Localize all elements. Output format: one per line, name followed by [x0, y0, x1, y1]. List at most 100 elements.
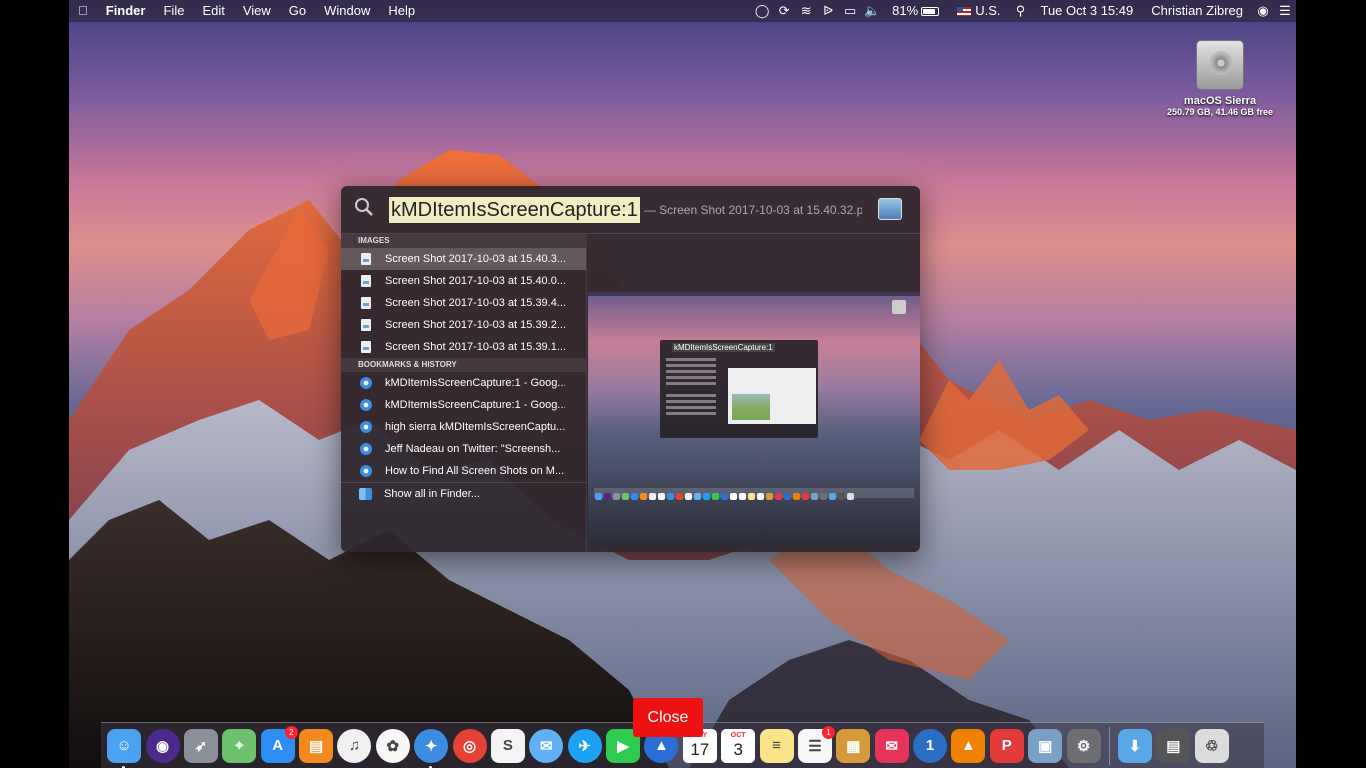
menu-clock[interactable]: Tue Oct 3 15:49 [1031, 0, 1142, 22]
gear-icon: ⚙ [1076, 737, 1091, 755]
dock-app-maps[interactable]: ⌖ [222, 728, 257, 763]
preview-line [666, 394, 716, 397]
dock-app-notes[interactable]: ≡ [759, 728, 794, 763]
preview-line [666, 370, 716, 373]
battery-icon [921, 7, 940, 17]
preview-dock-icon [802, 493, 809, 500]
finder-icon: ☺ [116, 737, 132, 754]
menu-view[interactable]: View [234, 0, 280, 22]
result-row-bookmark[interactable]: high sierra kMDItemIsScreenCaptu... [341, 416, 586, 438]
dock-app-preview[interactable]: ▦ [836, 728, 871, 763]
dock-app-ibooks[interactable]: ▤ [299, 728, 334, 763]
preview-menubar [588, 292, 920, 296]
reminders-icon: ☰ [808, 737, 822, 755]
preview-app-icon [878, 198, 902, 220]
dock-app-vlc[interactable]: ▲ [951, 728, 986, 763]
spotlight-results-list: IMAGES Screen Shot 2017-10-03 at 15.40.3… [341, 234, 587, 552]
result-row-bookmark[interactable]: kMDItemIsScreenCapture:1 - Goog... [341, 394, 586, 416]
dock-app-calendar[interactable]: OCT 3 [721, 728, 756, 763]
preview-dock-icon [829, 493, 836, 500]
notification-center-icon[interactable]: ☰ [1274, 0, 1296, 22]
dock-app-photos[interactable]: ✿ [375, 728, 410, 763]
result-row-bookmark[interactable]: How to Find All Screen Shots on M... [341, 460, 586, 482]
show-all-in-finder[interactable]: Show all in Finder... [341, 482, 586, 504]
dock-app-airmail[interactable]: ✉ [874, 728, 909, 763]
preview-dock-icon [712, 493, 719, 500]
result-label: Screen Shot 2017-10-03 at 15.40.3... [385, 253, 565, 265]
preview-dock-icon [649, 493, 656, 500]
result-row-bookmark[interactable]: Jeff Nadeau on Twitter: "Screensh... [341, 438, 586, 460]
dock-app-gear[interactable]: ⚙ [1066, 728, 1101, 763]
calendar-month: OCT [730, 732, 746, 739]
menu-bar:  Finder File Edit View Go Window Help ◯… [69, 0, 1296, 22]
image-file-icon [361, 297, 371, 309]
dock-app-slack[interactable]: S [490, 728, 525, 763]
dock-app-pdf[interactable]: P [989, 728, 1024, 763]
preview-icon: ▦ [846, 737, 861, 755]
result-row-image[interactable]: Screen Shot 2017-10-03 at 15.40.0... [341, 270, 586, 292]
result-row-image[interactable]: Screen Shot 2017-10-03 at 15.40.3... [341, 248, 586, 270]
pdf-icon: P [1001, 737, 1012, 754]
dock-app-1password[interactable]: 1 [913, 728, 948, 763]
accessibility-icon[interactable]: ◯ [751, 0, 773, 22]
image-file-icon [361, 319, 371, 331]
result-row-image[interactable]: Screen Shot 2017-10-03 at 15.39.1... [341, 336, 586, 358]
preview-line [666, 358, 716, 361]
slack-icon: S [502, 737, 513, 754]
preview-dock-icon [703, 493, 710, 500]
battery-status[interactable]: 81% [883, 0, 948, 22]
dock-app-siri[interactable]: ◉ [145, 728, 180, 763]
preview-dock-icon [820, 493, 827, 500]
time-machine-icon[interactable]: ⟳ [773, 0, 795, 22]
dock-app-app-store[interactable]: A2 [260, 725, 298, 763]
dock-app-trash[interactable]: ♲ [1194, 728, 1229, 763]
dock-app-safari[interactable]: ✦ [414, 728, 449, 768]
dock-app-finder[interactable]: ☺ [107, 728, 142, 768]
safari-icon: ✦ [424, 737, 438, 755]
result-label: Screen Shot 2017-10-03 at 15.39.4... [385, 297, 565, 309]
menu-go[interactable]: Go [280, 0, 315, 22]
notification-badge: 2 [284, 725, 298, 739]
menu-file[interactable]: File [154, 0, 193, 22]
dock-app-itunes[interactable]: ♫ [337, 728, 372, 763]
preview-dock-icon [721, 493, 728, 500]
spotlight-search-input[interactable]: kMDItemIsScreenCapture:1 [389, 196, 640, 223]
dock-app-image-capture[interactable]: ▣ [1028, 728, 1063, 763]
dock-app-twitter[interactable]: ✈ [567, 728, 602, 763]
result-label: How to Find All Screen Shots on M... [385, 465, 565, 477]
wifi-icon[interactable]: ≋ [795, 0, 817, 22]
desktop-drive-macos-sierra[interactable]: macOS Sierra 250.79 GB, 41.46 GB free [1160, 40, 1280, 117]
volume-icon[interactable]: 🔈 [861, 0, 883, 22]
menu-extras: ◯ ⟳ ≋ ᐉ ▭ 🔈 81% U.S. ⚲ Tue Oct 3 15:49 C… [751, 0, 1296, 22]
result-row-bookmark[interactable]: kMDItemIsScreenCapture:1 - Goog... [341, 372, 586, 394]
image-file-icon [361, 253, 371, 265]
spotlight-search-icon[interactable]: ⚲ [1009, 0, 1031, 22]
result-row-image[interactable]: Screen Shot 2017-10-03 at 15.39.2... [341, 314, 586, 336]
dock-separator [1108, 726, 1110, 765]
result-label: Jeff Nadeau on Twitter: "Screensh... [385, 443, 561, 455]
menu-edit[interactable]: Edit [193, 0, 233, 22]
preview-line [666, 400, 716, 403]
apple-logo-icon[interactable]:  [69, 0, 97, 22]
dock-app-reminders[interactable]: ☰ 1 [797, 725, 835, 763]
dock-app-stack[interactable]: ▤ [1156, 728, 1191, 763]
preview-dock-icon [730, 493, 737, 500]
menu-app-name[interactable]: Finder [97, 0, 155, 22]
bluetooth-icon[interactable]: ᐉ [817, 0, 839, 22]
result-label: Screen Shot 2017-10-03 at 15.40.0... [385, 275, 565, 287]
airplay-icon[interactable]: ▭ [839, 0, 861, 22]
close-button[interactable]: Close [633, 698, 703, 737]
dock-app-rocket[interactable]: ➶ [183, 728, 218, 763]
dock-app-messages[interactable]: ✉ [529, 728, 564, 763]
menu-window[interactable]: Window [315, 0, 379, 22]
preview-dock-icon [694, 493, 701, 500]
menu-user[interactable]: Christian Zibreg [1142, 0, 1252, 22]
result-row-image[interactable]: Screen Shot 2017-10-03 at 15.39.4... [341, 292, 586, 314]
menu-help[interactable]: Help [379, 0, 424, 22]
dock-app-chrome[interactable]: ◎ [452, 728, 487, 763]
siri-menu-icon[interactable]: ◉ [1252, 0, 1274, 22]
dock-app-downloads-folder[interactable]: ⬇ [1117, 728, 1152, 763]
input-source[interactable]: U.S. [948, 0, 1009, 22]
spotlight-window: kMDItemIsScreenCapture:1 — Screen Shot 2… [341, 186, 920, 552]
drive-name: macOS Sierra [1183, 95, 1257, 107]
